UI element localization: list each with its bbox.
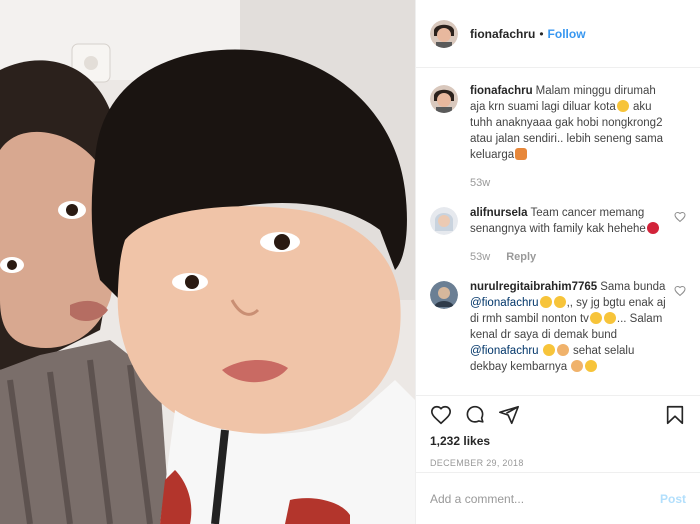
sunglasses-emoji-icon bbox=[616, 100, 629, 112]
comment-username[interactable]: nurulregitaibrahim7765 bbox=[470, 281, 597, 293]
instagram-post: fionafachru • Follow fionafachru Malam mi… bbox=[0, 0, 700, 524]
post-date: December 29, 2018 bbox=[430, 458, 524, 468]
comment-like-icon[interactable] bbox=[674, 285, 686, 297]
caption-username[interactable]: fionafachru bbox=[470, 85, 533, 97]
broken-heart-emoji-icon bbox=[646, 222, 659, 234]
grimace-emoji-icon bbox=[553, 296, 566, 308]
grin-emoji-icon bbox=[603, 312, 616, 324]
follow-button[interactable]: Follow bbox=[548, 27, 586, 41]
avatar[interactable] bbox=[430, 281, 458, 309]
post-details-panel: fionafachru • Follow fionafachru Malam mi… bbox=[415, 0, 700, 524]
avatar[interactable] bbox=[430, 19, 458, 48]
comment-meta: 53w Reply bbox=[470, 249, 674, 265]
header-username[interactable]: fionafachru bbox=[470, 27, 535, 41]
post-actions-section: 1,232 likes December 29, 2018 bbox=[416, 395, 700, 468]
avatar[interactable] bbox=[430, 85, 458, 113]
reply-button[interactable]: Reply bbox=[506, 249, 536, 265]
share-icon[interactable] bbox=[498, 404, 520, 426]
pray-emoji-icon bbox=[556, 344, 569, 356]
caption: fionafachru Malam minggu dirumah aja krn … bbox=[430, 83, 686, 191]
avatar[interactable] bbox=[430, 207, 458, 235]
action-bar bbox=[430, 396, 686, 434]
grimace-emoji-icon bbox=[585, 360, 598, 372]
mention-link[interactable]: @fionafachru bbox=[470, 297, 539, 309]
comment-item: alifnursela Team cancer memang senangnya … bbox=[430, 205, 686, 265]
post-button[interactable]: Post bbox=[660, 492, 686, 506]
post-header: fionafachru • Follow bbox=[416, 0, 700, 68]
caption-time: 53w bbox=[470, 177, 491, 189]
post-photo[interactable] bbox=[0, 0, 415, 524]
heart-icon[interactable] bbox=[430, 404, 452, 426]
heart-eyes-emoji-icon bbox=[542, 344, 555, 356]
comment-icon[interactable] bbox=[464, 404, 486, 426]
comment-body: nurulregitaibrahim7765 Sama bunda @fionaf… bbox=[470, 279, 686, 375]
heart-eyes-emoji-icon bbox=[539, 296, 552, 308]
comment-like-icon[interactable] bbox=[674, 211, 686, 223]
comment-username[interactable]: alifnursela bbox=[470, 207, 528, 219]
comments-list[interactable]: fionafachru Malam minggu dirumah aja krn … bbox=[416, 69, 700, 395]
header-separator: • bbox=[539, 26, 544, 41]
comment-body: alifnursela Team cancer memang senangnya … bbox=[470, 205, 686, 265]
mention-link[interactable]: @fionafachru bbox=[470, 345, 539, 357]
grin-emoji-icon bbox=[589, 312, 602, 324]
caption-meta: 53w bbox=[470, 175, 674, 191]
comment-item: nurulregitaibrahim7765 Sama bunda @fionaf… bbox=[430, 279, 686, 375]
bookmark-icon[interactable] bbox=[664, 404, 686, 426]
photo-illustration bbox=[0, 0, 415, 524]
add-comment-bar: Post bbox=[416, 472, 700, 524]
caption-body: fionafachru Malam minggu dirumah aja krn … bbox=[470, 83, 686, 191]
add-comment-input[interactable] bbox=[430, 491, 660, 506]
family-emoji-icon bbox=[515, 148, 528, 160]
likes-count[interactable]: 1,232 likes bbox=[430, 434, 686, 448]
comment-time: 53w bbox=[470, 251, 491, 263]
comment-text: Sama bunda bbox=[600, 281, 666, 293]
pray-emoji-icon bbox=[571, 360, 584, 372]
